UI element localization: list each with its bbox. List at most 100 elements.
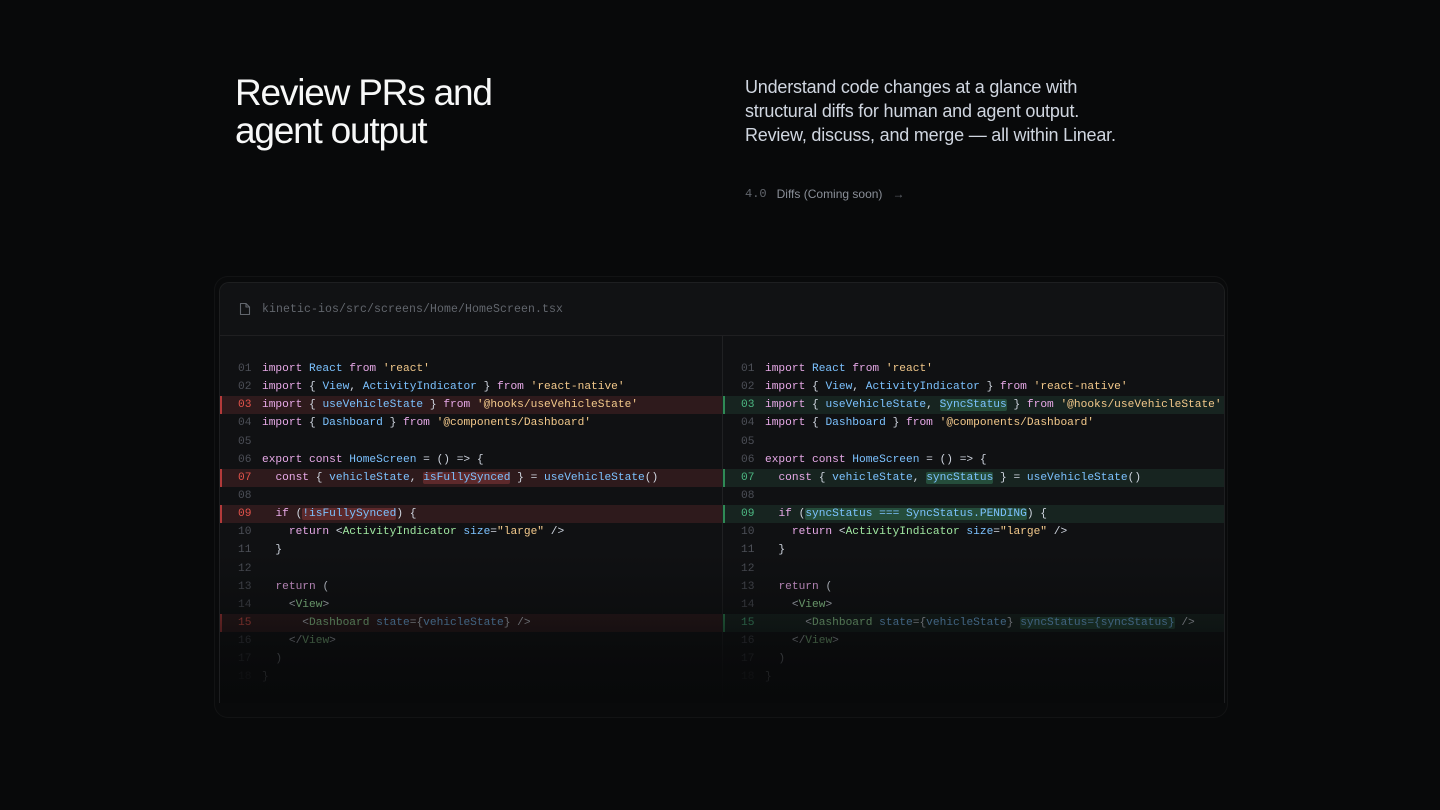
diff-line: 01 import React from 'react': [723, 360, 1224, 378]
code-content: return <ActivityIndicator size="large" /…: [765, 526, 1067, 538]
code-token: ={: [409, 617, 424, 630]
diff-line: 15 <Dashboard state={vehicleState} syncS…: [723, 613, 1224, 633]
line-number: 12: [741, 562, 755, 575]
code-content: <Dashboard state={vehicleState} syncStat…: [765, 617, 1195, 630]
diff-line: 12: [723, 560, 1224, 578]
line-number: 15: [741, 617, 755, 630]
line-number: 04: [741, 417, 755, 430]
code-content: <View>: [765, 599, 832, 611]
code-token: />: [1174, 617, 1195, 630]
code-content: import { View, ActivityIndicator } from …: [262, 381, 625, 393]
code-token: </: [765, 635, 806, 648]
code-token: ActivityIndicator: [865, 381, 980, 394]
code-token: from: [906, 417, 940, 430]
code-token: '@components/Dashboard': [939, 417, 1095, 430]
code-token: isFullySynced: [423, 471, 511, 484]
code-token: {: [812, 381, 826, 394]
diff-line: 04 import { Dashboard } from '@components…: [220, 414, 722, 432]
code-token: >: [825, 598, 833, 611]
code-token: '@hooks/useVehicleState': [1060, 399, 1222, 412]
code-token: Dashboard: [812, 617, 873, 630]
diff-line: 11 }: [220, 541, 722, 559]
code-token: state: [369, 617, 410, 630]
code-token: <: [335, 526, 343, 539]
code-token: View: [825, 381, 853, 394]
code-token: '@components/Dashboard': [436, 417, 592, 430]
code-token: HomeScreen: [852, 453, 920, 466]
code-token: =: [490, 526, 498, 539]
code-token: React: [812, 363, 846, 376]
hero-title-line-2: agent output: [235, 110, 428, 151]
code-token: useVehicleState: [544, 471, 645, 484]
line-number: 11: [238, 544, 252, 557]
code-content: if (!isFullySynced) {: [262, 508, 416, 521]
code-content: }: [765, 544, 785, 556]
code-token: useVehicleState: [825, 399, 927, 412]
code-content: const { vehicleState, isFullySynced } = …: [262, 471, 659, 484]
code-token: state: [872, 617, 913, 630]
code-token: =: [993, 526, 1001, 539]
diff-line: 17 ): [220, 650, 722, 668]
code-token: }: [262, 671, 269, 684]
line-number: 07: [238, 471, 252, 484]
code-token: ,: [349, 381, 363, 394]
line-number: 02: [741, 381, 755, 394]
line-number: 07: [741, 471, 755, 484]
release-link[interactable]: 4.0 Diffs (Coming soon) →: [745, 186, 904, 202]
code-token: }: [476, 381, 498, 394]
code-token: >: [329, 635, 336, 648]
code-content: export const HomeScreen = () => {: [262, 454, 484, 466]
diff-line: 09 if (!isFullySynced) {: [220, 505, 722, 524]
code-token: return: [288, 526, 336, 539]
hero-description-line-3: Review, discuss, and merge — all within …: [745, 125, 1116, 145]
diff-line: 01 import React from 'react': [220, 360, 722, 378]
line-number: 15: [238, 617, 252, 630]
code-token: (): [1127, 471, 1142, 484]
code-content: return (: [765, 581, 832, 593]
code-token: <: [262, 617, 309, 630]
diff-line: 02 import { View, ActivityIndicator } fro…: [220, 378, 722, 396]
line-number: 08: [741, 490, 755, 503]
code-token: {: [812, 399, 826, 412]
code-token: export const: [262, 453, 350, 466]
code-token: 'react-native': [530, 381, 625, 394]
diff-line: 16 </View>: [220, 632, 722, 650]
release-version: 4.0: [745, 187, 767, 201]
code-token: SyncStatus: [939, 399, 1007, 412]
code-token: from: [443, 399, 477, 412]
code-token: from: [1026, 399, 1061, 412]
diff-line: 05: [723, 433, 1224, 451]
code-token: >: [832, 635, 839, 648]
code-token: }: [262, 544, 283, 557]
diff-pane-after: 01 import React from 'react' 02 import { Vi…: [722, 336, 1224, 703]
line-number: 16: [741, 635, 755, 648]
code-token: {: [315, 471, 330, 484]
code-token: </: [262, 635, 303, 648]
code-token: />: [544, 526, 565, 539]
code-token: 'react': [885, 363, 933, 376]
code-token: vehicleState: [926, 617, 1007, 630]
code-token: return: [791, 526, 839, 539]
code-token: (): [644, 471, 659, 484]
code-token: ,: [409, 471, 424, 484]
diff-line: 10 return <ActivityIndicator size="large…: [220, 523, 722, 541]
line-number: 11: [741, 544, 755, 557]
diff-line: 16 </View>: [723, 632, 1224, 650]
code-token: (: [322, 580, 330, 593]
diff-line: 06 export const HomeScreen = () => {: [723, 451, 1224, 469]
line-number: 05: [741, 435, 755, 448]
code-token: View: [302, 635, 330, 648]
code-token: useVehicleState: [322, 399, 424, 412]
code-token: Dashboard: [322, 417, 383, 430]
diff-pane-before: 01 import React from 'react' 02 import { Vi…: [220, 336, 722, 703]
line-number: 03: [741, 399, 755, 412]
code-token: if: [778, 508, 799, 521]
code-token: Dashboard: [309, 617, 370, 630]
code-content: return <ActivityIndicator size="large" /…: [262, 526, 564, 538]
diff-body: 01 import React from 'react' 02 import { Vi…: [220, 336, 1224, 703]
line-number: 01: [741, 363, 755, 376]
